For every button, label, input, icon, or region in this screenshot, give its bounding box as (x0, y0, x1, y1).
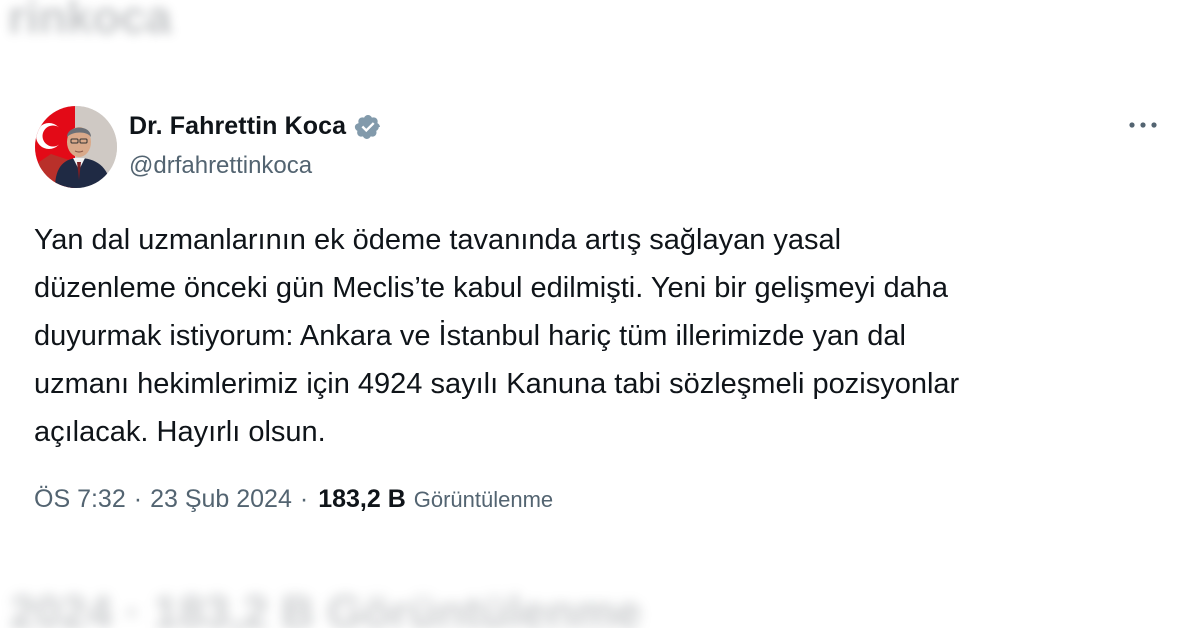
more-options-button[interactable] (1125, 110, 1161, 140)
screenshot-page: rinkoca Dr. Fahrettin Koca @drfahrettink… (0, 0, 1200, 628)
tweet-card[interactable]: Dr. Fahrettin Koca @drfahrettinkoca Yan … (5, 80, 1195, 550)
tweet-time[interactable]: ÖS 7:32 (34, 485, 126, 514)
author-display-name[interactable]: Dr. Fahrettin Koca (129, 112, 346, 141)
avatar-image (35, 106, 117, 188)
blurred-background-text-top: rinkoca (8, 0, 172, 43)
verified-badge-icon (354, 113, 382, 141)
more-horizontal-icon (1129, 122, 1157, 128)
author-handle[interactable]: @drfahrettinkoca (129, 152, 312, 180)
views-label: Görüntülenme (413, 487, 554, 512)
views-count[interactable]: 183,2 B (318, 485, 406, 514)
avatar[interactable] (35, 106, 117, 188)
blurred-background-text-bottom: 2024 · 183,2 B Görüntülenme (10, 586, 642, 628)
meta-separator: · (133, 485, 143, 513)
tweet-metadata: ÖS 7:32 · 23 Şub 2024 · 183,2 B Görüntül… (34, 485, 553, 514)
tweet-text: Yan dal uzmanlarının ek ödeme tavanında … (34, 224, 960, 448)
meta-separator: · (299, 485, 309, 513)
tweet-date[interactable]: 23 Şub 2024 (150, 485, 292, 514)
author-name-row[interactable]: Dr. Fahrettin Koca (129, 112, 382, 141)
